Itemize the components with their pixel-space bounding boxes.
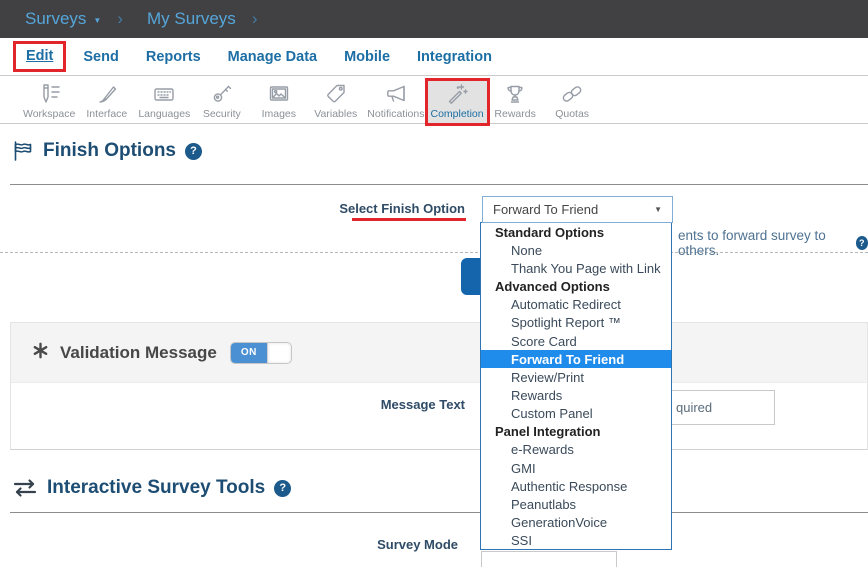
toolbar-item-label: Variables (310, 108, 361, 120)
trophy-icon (490, 82, 541, 106)
dropdown-option-authentic-response[interactable]: Authentic Response (481, 477, 671, 495)
pencil-list-icon (23, 82, 75, 106)
dropdown-option-automatic-redirect[interactable]: Automatic Redirect (481, 296, 671, 314)
forward-help-text-fragment: ents to forward survey to others. (678, 228, 849, 258)
select-finish-option-label: Select Finish Option (265, 201, 465, 216)
validation-message-header: Validation Message ON (11, 323, 867, 383)
finish-option-selected-value: Forward To Friend (493, 202, 598, 217)
red-annotation-box: Edit (13, 41, 66, 72)
magic-wand-icon (431, 82, 484, 106)
keyboard-icon (138, 82, 190, 106)
survey-mode-label: Survey Mode (265, 537, 458, 552)
forward-help-text: ents to forward survey to others. ? (678, 228, 868, 258)
asterisk-icon (31, 341, 50, 365)
toolbar-item-label: Completion (431, 108, 484, 120)
breadcrumb-separator-icon: › (252, 9, 258, 29)
toolbar-item-label: Interface (81, 108, 132, 120)
dropdown-group-standard-options: Standard Options (481, 223, 671, 241)
page-title: Finish Options (43, 140, 176, 162)
breadcrumb-my-surveys[interactable]: My Surveys (147, 9, 236, 29)
dropdown-option-peanutlabs[interactable]: Peanutlabs (481, 495, 671, 513)
megaphone-icon (367, 82, 424, 106)
help-icon[interactable]: ? (856, 236, 868, 250)
top-navigation-bar: Surveys ▼ › My Surveys › (0, 0, 868, 38)
dropdown-option-review-print[interactable]: Review/Print (481, 368, 671, 386)
message-text-value: quired (676, 400, 712, 415)
tab-edit[interactable]: Edit (26, 48, 53, 64)
dropdown-option-rewards[interactable]: Rewards (481, 386, 671, 404)
toolbar-item-completion[interactable]: Completion (428, 81, 487, 123)
finish-option-select[interactable]: Forward To Friend ▼ (482, 196, 673, 223)
dropdown-option-ssi[interactable]: SSI (481, 532, 671, 550)
toolbar-item-languages[interactable]: Languages (135, 81, 193, 123)
dropdown-option-gmi[interactable]: GMI (481, 459, 671, 477)
toolbar-item-label: Rewards (490, 108, 541, 120)
finish-options-heading: Finish Options ? (12, 140, 202, 162)
toolbar-item-label: Images (253, 108, 304, 120)
dropdown-group-advanced-options: Advanced Options (481, 277, 671, 295)
dropdown-option-none[interactable]: None (481, 241, 671, 259)
dropdown-group-panel-integration: Panel Integration (481, 423, 671, 441)
breadcrumb-surveys[interactable]: Surveys (25, 9, 86, 29)
chain-links-icon (547, 82, 598, 106)
tab-send[interactable]: Send (83, 49, 118, 65)
chevron-down-icon[interactable]: ▼ (93, 16, 101, 25)
validation-message-title: Validation Message (60, 343, 217, 363)
breadcrumb-separator-icon: › (117, 9, 123, 29)
finish-option-dropdown-list: Standard OptionsNoneThank You Page with … (480, 222, 672, 550)
dropdown-option-thank-you-page-with-link[interactable]: Thank You Page with Link (481, 259, 671, 277)
toolbar-item-notifications[interactable]: Notifications (364, 81, 427, 123)
dropdown-option-generationvoice[interactable]: GenerationVoice (481, 514, 671, 532)
dropdown-option-spotlight-report[interactable]: Spotlight Report ™ (481, 314, 671, 332)
toolbar-item-workspace[interactable]: Workspace (20, 81, 78, 123)
toggle-on-label: ON (231, 343, 267, 363)
section-title: Interactive Survey Tools (47, 477, 265, 499)
chevron-down-icon: ▼ (654, 205, 662, 214)
dropdown-option-score-card[interactable]: Score Card (481, 332, 671, 350)
image-icon (253, 82, 304, 106)
edit-toolbar: Workspace Interface Languages Security Image… (0, 77, 868, 124)
dropdown-option-forward-to-friend[interactable]: Forward To Friend (481, 350, 671, 368)
toolbar-item-security[interactable]: Security (193, 81, 250, 123)
toggle-knob[interactable] (267, 343, 291, 363)
tab-reports[interactable]: Reports (146, 49, 201, 65)
swap-arrows-icon (12, 478, 38, 498)
toolbar-item-label: Quotas (547, 108, 598, 120)
validation-toggle[interactable]: ON (230, 342, 292, 364)
toolbar-item-label: Security (196, 108, 247, 120)
message-text-label: Message Text (265, 397, 465, 412)
tab-integration[interactable]: Integration (417, 49, 492, 65)
tab-manage-data[interactable]: Manage Data (228, 49, 317, 65)
flag-icon (12, 140, 34, 162)
toolbar-item-interface[interactable]: Interface (78, 81, 135, 123)
divider (10, 512, 868, 513)
toolbar-item-label: Languages (138, 108, 190, 120)
toolbar-item-label: Notifications (367, 108, 424, 120)
help-icon[interactable]: ? (185, 143, 202, 160)
interactive-survey-tools-heading: Interactive Survey Tools ? (12, 477, 291, 499)
key-icon (196, 82, 247, 106)
toolbar-item-images[interactable]: Images (250, 81, 307, 123)
toolbar-item-rewards[interactable]: Rewards (487, 81, 544, 123)
divider (10, 184, 868, 185)
menu-bar: Edit Send Reports Manage Data Mobile Integrat… (0, 38, 868, 76)
toolbar-item-quotas[interactable]: Quotas (544, 81, 601, 123)
dropdown-option-e-rewards[interactable]: e-Rewards (481, 441, 671, 459)
tag-icon (310, 82, 361, 106)
red-underline-annotation (352, 218, 466, 221)
brush-icon (81, 82, 132, 106)
help-icon[interactable]: ? (274, 480, 291, 497)
survey-mode-select[interactable] (481, 551, 617, 567)
toolbar-item-label: Workspace (23, 108, 75, 120)
tab-mobile[interactable]: Mobile (344, 49, 390, 65)
validation-message-card: Validation Message ON (10, 322, 868, 450)
dropdown-option-custom-panel[interactable]: Custom Panel (481, 405, 671, 423)
toolbar-item-variables[interactable]: Variables (307, 81, 364, 123)
save-button-partially-hidden[interactable] (461, 258, 482, 295)
